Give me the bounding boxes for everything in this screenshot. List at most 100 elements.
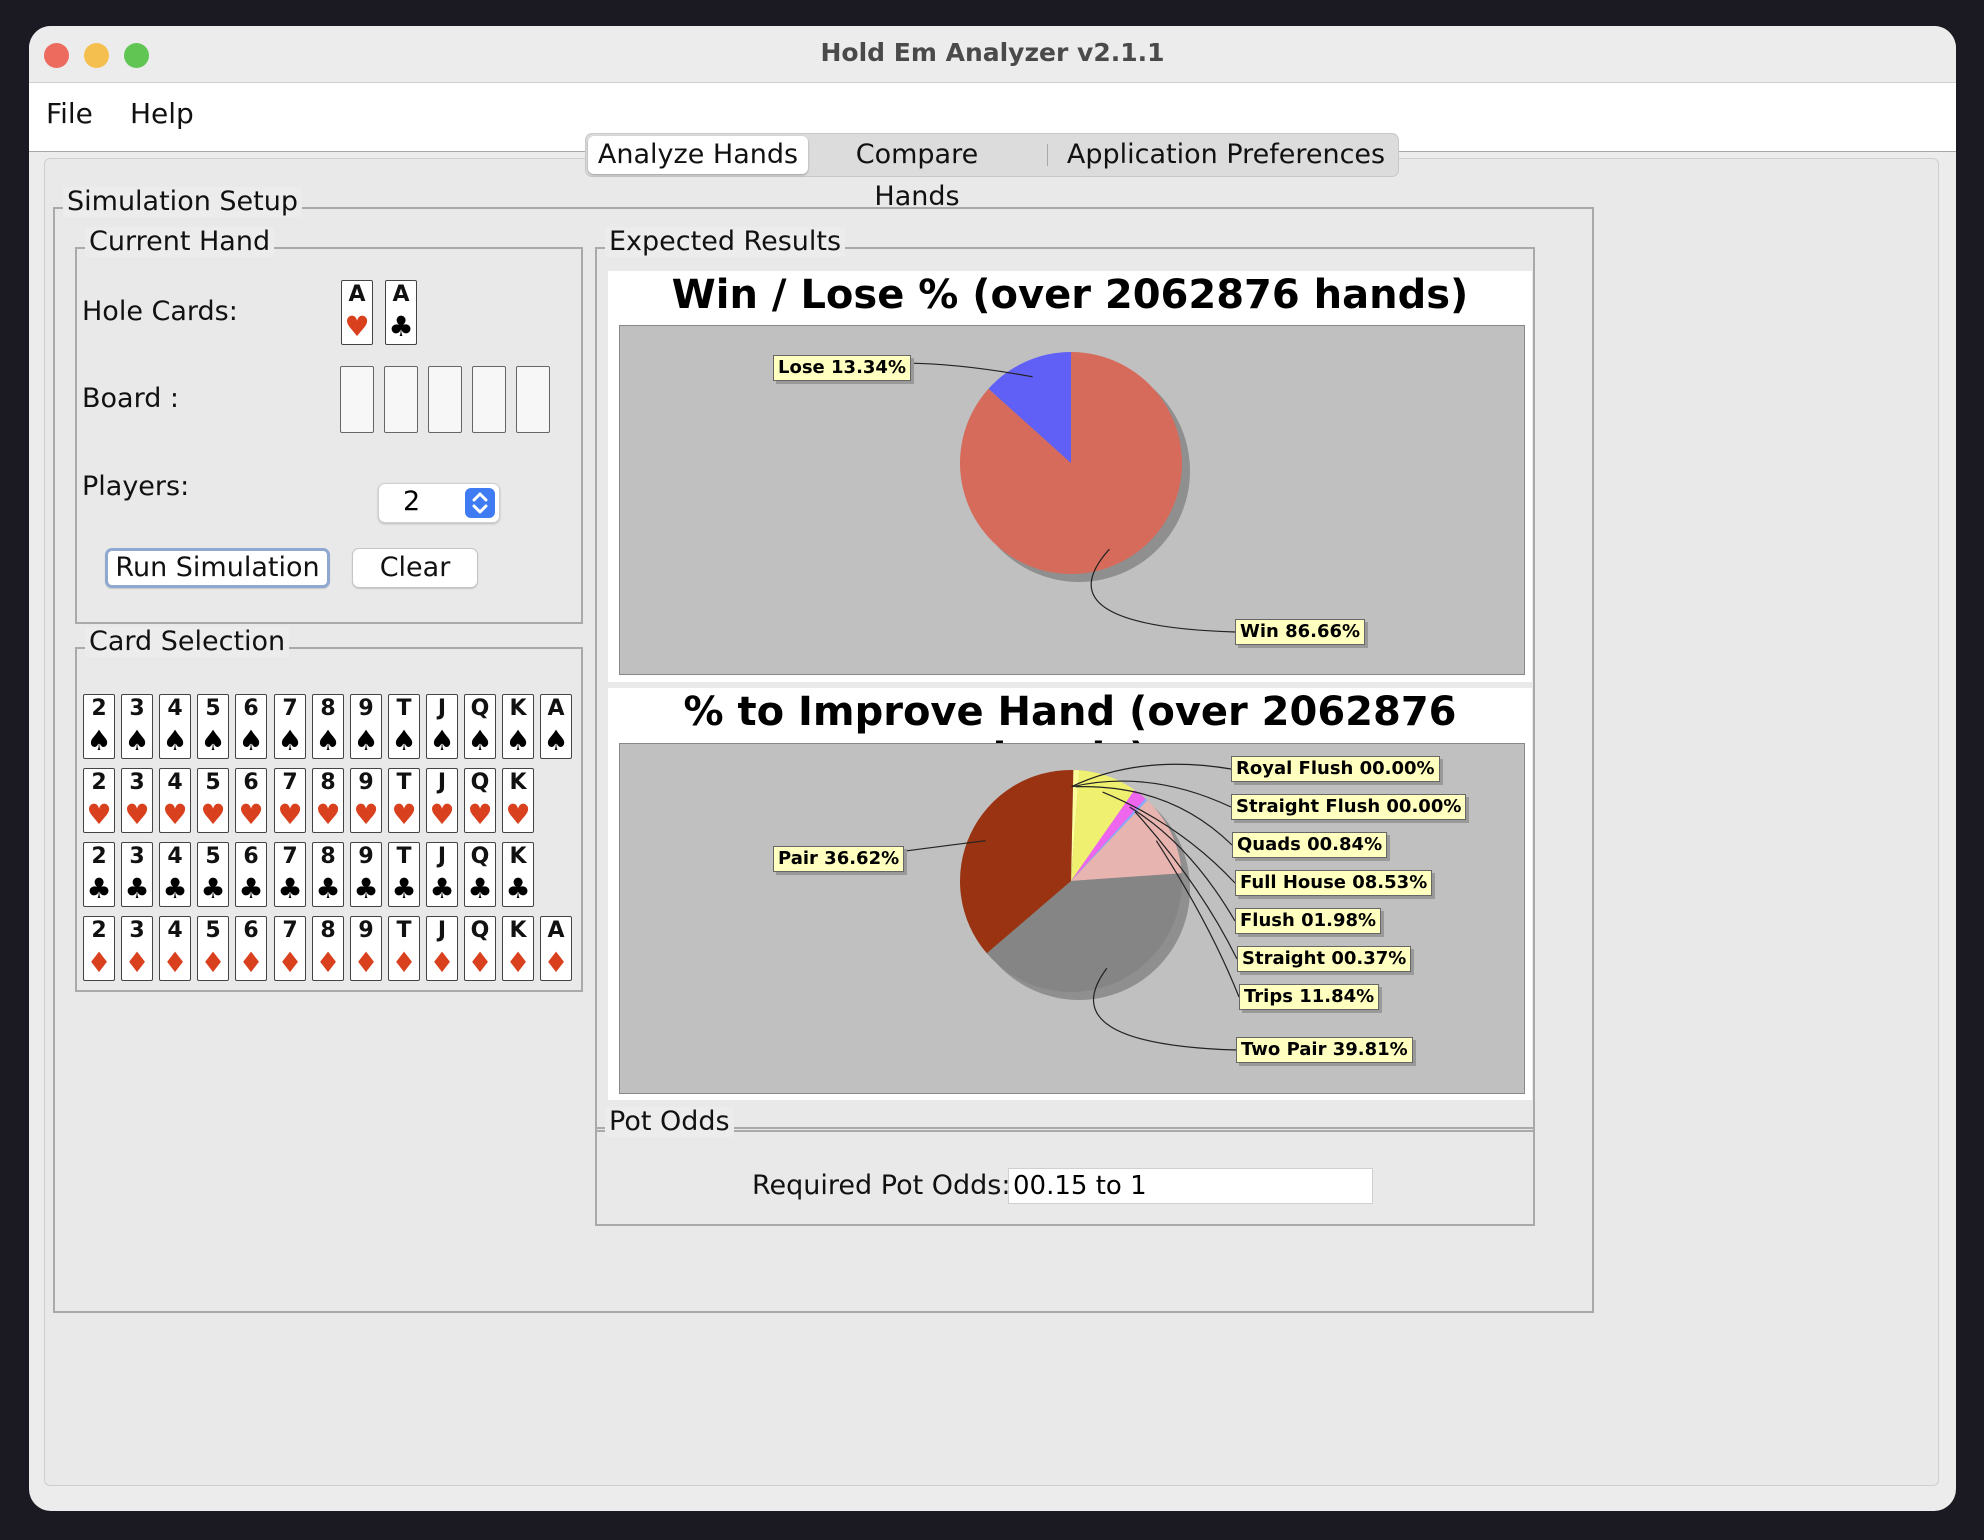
clear-button[interactable]: Clear (352, 548, 478, 588)
card-3-2[interactable]: 3 ♣ (121, 842, 153, 907)
card-6-3[interactable]: 6 ♦ (235, 916, 267, 981)
card-rank: 4 (167, 696, 183, 721)
diamond-icon: ♦ (391, 946, 417, 979)
straight-flush-label: Straight Flush 00.00% (1231, 794, 1467, 820)
simulation-setup-title: Simulation Setup (63, 187, 302, 217)
card-8-0[interactable]: 8 ♠ (312, 694, 344, 759)
hole-card-2-rank: A (392, 282, 410, 307)
card-8-2[interactable]: 8 ♣ (312, 842, 344, 907)
club-icon: ♣ (467, 872, 493, 905)
menu-file[interactable]: File (46, 97, 93, 130)
card-2-2[interactable]: 2 ♣ (83, 842, 115, 907)
card-K-0[interactable]: K ♠ (502, 694, 534, 759)
card-7-1[interactable]: 7 ♥ (274, 768, 306, 833)
card-T-1[interactable]: T ♥ (388, 768, 420, 833)
card-9-1[interactable]: 9 ♥ (350, 768, 382, 833)
card-A-3[interactable]: A ♦ (540, 916, 572, 981)
card-3-1[interactable]: 3 ♥ (121, 768, 153, 833)
card-4-3[interactable]: 4 ♦ (159, 916, 191, 981)
card-rank: J (437, 918, 447, 943)
board-slot-1[interactable] (340, 366, 374, 433)
diamond-icon: ♦ (124, 946, 150, 979)
heart-icon: ♥ (200, 798, 226, 831)
card-2-0[interactable]: 2 ♠ (83, 694, 115, 759)
title-bar: Hold Em Analyzer v2.1.1 (29, 26, 1956, 83)
club-icon: ♣ (315, 872, 341, 905)
tab-application-preferences[interactable]: Application Preferences (1061, 134, 1391, 176)
card-K-2[interactable]: K ♣ (502, 842, 534, 907)
club-icon: ♣ (353, 872, 379, 905)
spinner-arrows-icon[interactable] (465, 488, 495, 518)
card-3-3[interactable]: 3 ♦ (121, 916, 153, 981)
card-Q-1[interactable]: Q ♥ (464, 768, 496, 833)
card-K-1[interactable]: K ♥ (502, 768, 534, 833)
spade-icon: ♠ (315, 724, 341, 757)
card-J-2[interactable]: J ♣ (426, 842, 458, 907)
club-icon: ♣ (238, 872, 264, 905)
spade-icon: ♠ (200, 724, 226, 757)
board-slot-3[interactable] (428, 366, 462, 433)
card-5-1[interactable]: 5 ♥ (197, 768, 229, 833)
card-5-2[interactable]: 5 ♣ (197, 842, 229, 907)
spade-icon: ♠ (86, 724, 112, 757)
players-spinner[interactable]: 2 (378, 483, 500, 523)
hole-card-1[interactable]: A ♥ (341, 280, 373, 345)
card-7-2[interactable]: 7 ♣ (274, 842, 306, 907)
card-rank: 3 (129, 696, 145, 721)
card-7-0[interactable]: 7 ♠ (274, 694, 306, 759)
quads-label: Quads 00.84% (1232, 832, 1388, 858)
expected-results-title: Expected Results (605, 227, 846, 257)
tab-analyze-hands[interactable]: Analyze Hands (588, 136, 808, 174)
card-6-1[interactable]: 6 ♥ (235, 768, 267, 833)
card-5-0[interactable]: 5 ♠ (197, 694, 229, 759)
run-simulation-button[interactable]: Run Simulation (105, 548, 330, 588)
spade-icon: ♠ (162, 724, 188, 757)
card-T-3[interactable]: T ♦ (388, 916, 420, 981)
card-9-3[interactable]: 9 ♦ (350, 916, 382, 981)
card-rank: 6 (243, 918, 259, 943)
card-rank: 4 (167, 770, 183, 795)
board-slot-2[interactable] (384, 366, 418, 433)
tab-compare-hands[interactable]: Compare Hands (810, 134, 1024, 212)
diamond-icon: ♦ (200, 946, 226, 979)
card-T-0[interactable]: T ♠ (388, 694, 420, 759)
card-4-0[interactable]: 4 ♠ (159, 694, 191, 759)
card-Q-2[interactable]: Q ♣ (464, 842, 496, 907)
required-pot-odds-field[interactable]: 00.15 to 1 (1008, 1168, 1373, 1204)
royal-flush-label: Royal Flush 00.00% (1231, 756, 1440, 782)
card-T-2[interactable]: T ♣ (388, 842, 420, 907)
card-6-0[interactable]: 6 ♠ (235, 694, 267, 759)
spade-icon: ♠ (467, 724, 493, 757)
card-5-3[interactable]: 5 ♦ (197, 916, 229, 981)
card-4-2[interactable]: 4 ♣ (159, 842, 191, 907)
board-slot-4[interactable] (472, 366, 506, 433)
card-8-3[interactable]: 8 ♦ (312, 916, 344, 981)
card-K-3[interactable]: K ♦ (502, 916, 534, 981)
card-J-3[interactable]: J ♦ (426, 916, 458, 981)
board-slot-5[interactable] (516, 366, 550, 433)
card-A-0[interactable]: A ♠ (540, 694, 572, 759)
club-icon: ♣ (391, 872, 417, 905)
card-9-0[interactable]: 9 ♠ (350, 694, 382, 759)
card-Q-0[interactable]: Q ♠ (464, 694, 496, 759)
card-rank: 4 (167, 844, 183, 869)
card-rank: K (509, 844, 527, 869)
card-2-1[interactable]: 2 ♥ (83, 768, 115, 833)
card-2-3[interactable]: 2 ♦ (83, 916, 115, 981)
card-3-0[interactable]: 3 ♠ (121, 694, 153, 759)
improve-hand-chart: % to Improve Hand (over 2062876 hands) R… (608, 688, 1532, 1100)
card-rank: 8 (320, 770, 336, 795)
menu-help[interactable]: Help (130, 97, 194, 130)
card-4-1[interactable]: 4 ♥ (159, 768, 191, 833)
card-J-1[interactable]: J ♥ (426, 768, 458, 833)
card-9-2[interactable]: 9 ♣ (350, 842, 382, 907)
card-rank: A (547, 696, 565, 721)
card-rank: 8 (320, 696, 336, 721)
diamond-icon: ♦ (277, 946, 303, 979)
hole-card-2[interactable]: A ♣ (385, 280, 417, 345)
card-8-1[interactable]: 8 ♥ (312, 768, 344, 833)
card-7-3[interactable]: 7 ♦ (274, 916, 306, 981)
card-Q-3[interactable]: Q ♦ (464, 916, 496, 981)
card-J-0[interactable]: J ♠ (426, 694, 458, 759)
card-6-2[interactable]: 6 ♣ (235, 842, 267, 907)
